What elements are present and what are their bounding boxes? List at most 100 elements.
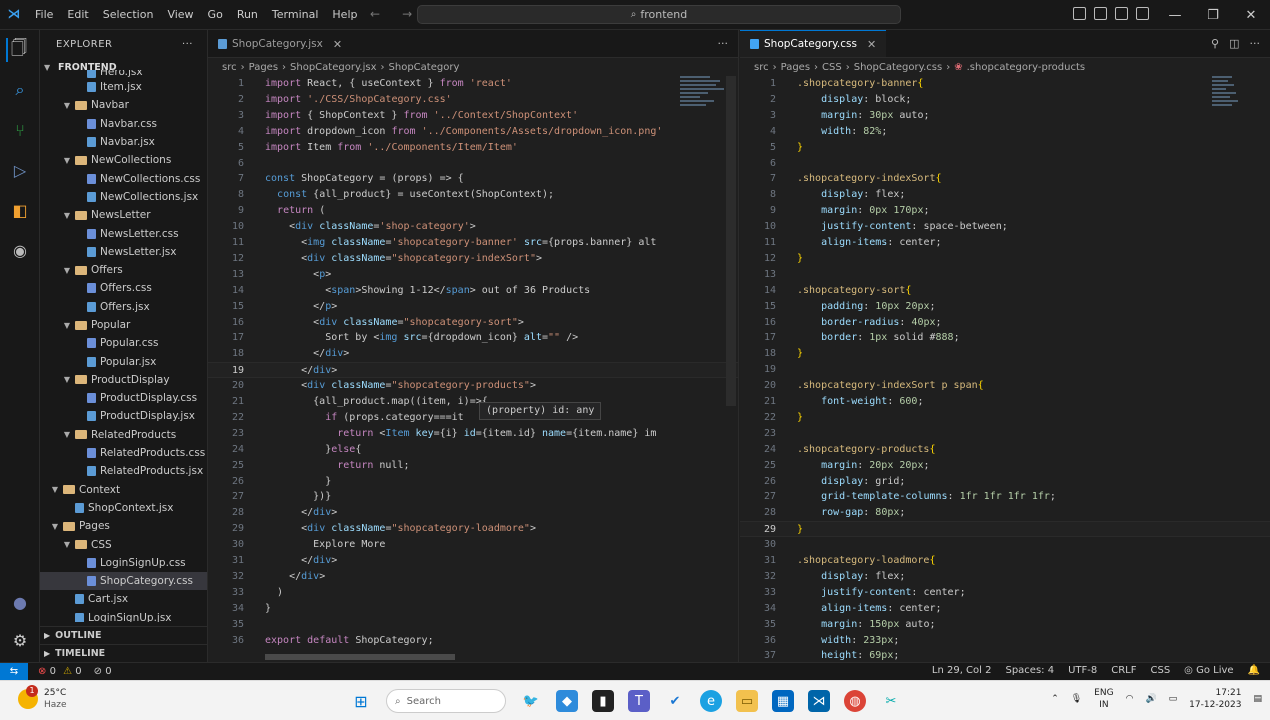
remote-explorer-icon[interactable]: ◉ [8,238,32,262]
tree-file[interactable]: Popular.css [40,334,207,352]
timeline-section[interactable]: ▶ TIMELINE [40,644,207,662]
tree-folder[interactable]: ▼ Context [40,481,207,499]
tree-folder[interactable]: ▼ Popular [40,316,207,334]
toggle-secondary-sidebar-icon[interactable] [1115,7,1128,20]
snipping-tool-icon[interactable]: ✂ [880,690,902,712]
tab-shopcategory-css[interactable]: ShopCategory.css ✕ [740,30,887,57]
windows-start-icon[interactable]: ⊞ [350,690,372,712]
more-actions-icon[interactable]: ··· [1250,37,1261,50]
menu-run[interactable]: Run [230,0,265,30]
taskbar-search[interactable]: ⌕ Search [386,689,506,713]
tree-file[interactable]: NewsLetter.jsx [40,243,207,261]
manage-gear-icon[interactable]: ⚙ [8,628,32,652]
copilot-icon[interactable]: ◆ [556,690,578,712]
language-indicator[interactable]: ENG IN [1094,687,1113,711]
search-activity-icon[interactable]: ⌕ [8,78,32,102]
toggle-panel-icon[interactable] [1094,7,1107,20]
tree-file[interactable]: LoginSignUp.jsx [40,609,207,622]
tree-file[interactable]: NewsLetter.css [40,224,207,242]
encoding[interactable]: UTF-8 [1068,665,1097,676]
task-view-icon[interactable]: 🐦 [520,690,542,712]
toggle-sidebar-icon[interactable] [1073,7,1086,20]
teams-icon[interactable]: T [628,690,650,712]
minimap[interactable] [680,76,724,116]
tree-folder[interactable]: ▼ Pages [40,517,207,535]
restore-icon[interactable]: ❐ [1194,0,1232,30]
tree-file[interactable]: NewCollections.jsx [40,188,207,206]
tree-file[interactable]: ShopContext.jsx [40,499,207,517]
notification-center-icon[interactable]: ▤ [1253,694,1262,704]
tree-file[interactable]: ShopCategory.css [40,572,207,591]
close-tab-icon[interactable]: ✕ [867,38,876,51]
file-explorer-icon[interactable]: ▭ [736,690,758,712]
explorer-icon[interactable]: 🗍 [6,38,30,62]
tree-file[interactable]: LoginSignUp.css [40,554,207,572]
outline-section[interactable]: ▶ OUTLINE [40,626,207,644]
indentation[interactable]: Spaces: 4 [1005,665,1054,676]
show-hidden-icons-icon[interactable]: ⌃ [1051,694,1059,704]
horizontal-scrollbar[interactable] [265,654,455,660]
accounts-icon[interactable]: ● [8,590,32,614]
tree-folder[interactable]: ▼ Offers [40,261,207,279]
menu-edit[interactable]: Edit [60,0,95,30]
source-control-icon[interactable]: ⑂ [8,118,32,142]
run-icon[interactable]: ⚲ [1211,37,1219,50]
forward-arrow-icon[interactable]: → [402,7,412,21]
breadcrumb-item[interactable]: Pages [249,62,278,73]
code-area[interactable]: 1 .shopcategory-banner{2 display: block; 3… [740,76,1270,662]
tree-file[interactable]: Item.jsx [40,78,207,96]
extensions-icon[interactable]: ◧ [8,198,32,222]
tree-folder[interactable]: ▼ ProductDisplay [40,371,207,389]
tree-folder[interactable]: ▼ NewCollections [40,151,207,169]
tree-file[interactable]: Hero.jsx [40,70,207,78]
menu-go[interactable]: Go [201,0,230,30]
weather-widget[interactable]: 1 25°C Haze [18,685,67,711]
tree-file[interactable]: NewCollections.css [40,169,207,187]
vscode-taskbar-icon[interactable]: ⋊ [808,690,830,712]
breadcrumb-item[interactable]: ShopCategory [389,62,460,73]
breadcrumb-item[interactable]: .shopcategory-products [967,62,1086,73]
microphone-icon[interactable]: 🎙 [1071,694,1082,704]
go-live-button[interactable]: ◎ Go Live [1184,665,1233,676]
vertical-scrollbar[interactable] [726,76,736,406]
tree-folder[interactable]: ▼ NewsLetter [40,206,207,224]
breadcrumb-item[interactable]: ShopCategory.css [854,62,943,73]
tree-file[interactable]: Navbar.jsx [40,133,207,151]
ports-indicator[interactable]: ⊘ 0 [94,666,112,677]
breadcrumb-item[interactable]: src [754,62,769,73]
clock[interactable]: 17:21 17-12-2023 [1189,687,1241,711]
minimize-icon[interactable]: — [1156,0,1194,30]
volume-icon[interactable]: 🔊 [1145,694,1156,704]
tree-file[interactable]: Offers.css [40,279,207,297]
customize-layout-icon[interactable] [1136,7,1149,20]
tree-folder[interactable]: ▼ Navbar [40,96,207,114]
problems-indicator[interactable]: ⊗ 0 ⚠ 0 [38,666,82,677]
tree-file[interactable]: Offers.jsx [40,298,207,316]
tree-file[interactable]: Popular.jsx [40,352,207,370]
tree-file[interactable]: Cart.jsx [40,590,207,608]
menu-view[interactable]: View [160,0,200,30]
breadcrumb-item[interactable]: ShopCategory.jsx [290,62,377,73]
tree-file[interactable]: RelatedProducts.jsx [40,462,207,480]
menu-selection[interactable]: Selection [96,0,161,30]
cursor-position[interactable]: Ln 29, Col 2 [932,665,992,676]
terminal-icon[interactable]: ▮ [592,690,614,712]
remote-indicator-icon[interactable]: ⇆ [0,662,28,681]
close-tab-icon[interactable]: ✕ [333,38,342,51]
run-debug-icon[interactable]: ▷ [8,158,32,182]
end-of-line[interactable]: CRLF [1111,665,1136,676]
breadcrumb-item[interactable]: CSS [822,62,842,73]
more-actions-icon[interactable]: ··· [718,37,729,50]
tree-file[interactable]: ProductDisplay.css [40,389,207,407]
split-editor-icon[interactable]: ◫ [1229,37,1239,50]
breadcrumb-item[interactable]: src [222,62,237,73]
tree-file[interactable]: Navbar.css [40,115,207,133]
wifi-icon[interactable]: ◠ [1126,694,1134,704]
code-area[interactable]: 1 import React, { useContext } from 'reac… [208,76,738,662]
todo-icon[interactable]: ✔ [664,690,686,712]
back-arrow-icon[interactable]: ← [370,7,380,21]
minimap[interactable] [1212,76,1256,116]
tree-file[interactable]: RelatedProducts.css [40,444,207,462]
notifications-bell-icon[interactable]: 🔔 [1248,665,1260,676]
menu-terminal[interactable]: Terminal [265,0,326,30]
